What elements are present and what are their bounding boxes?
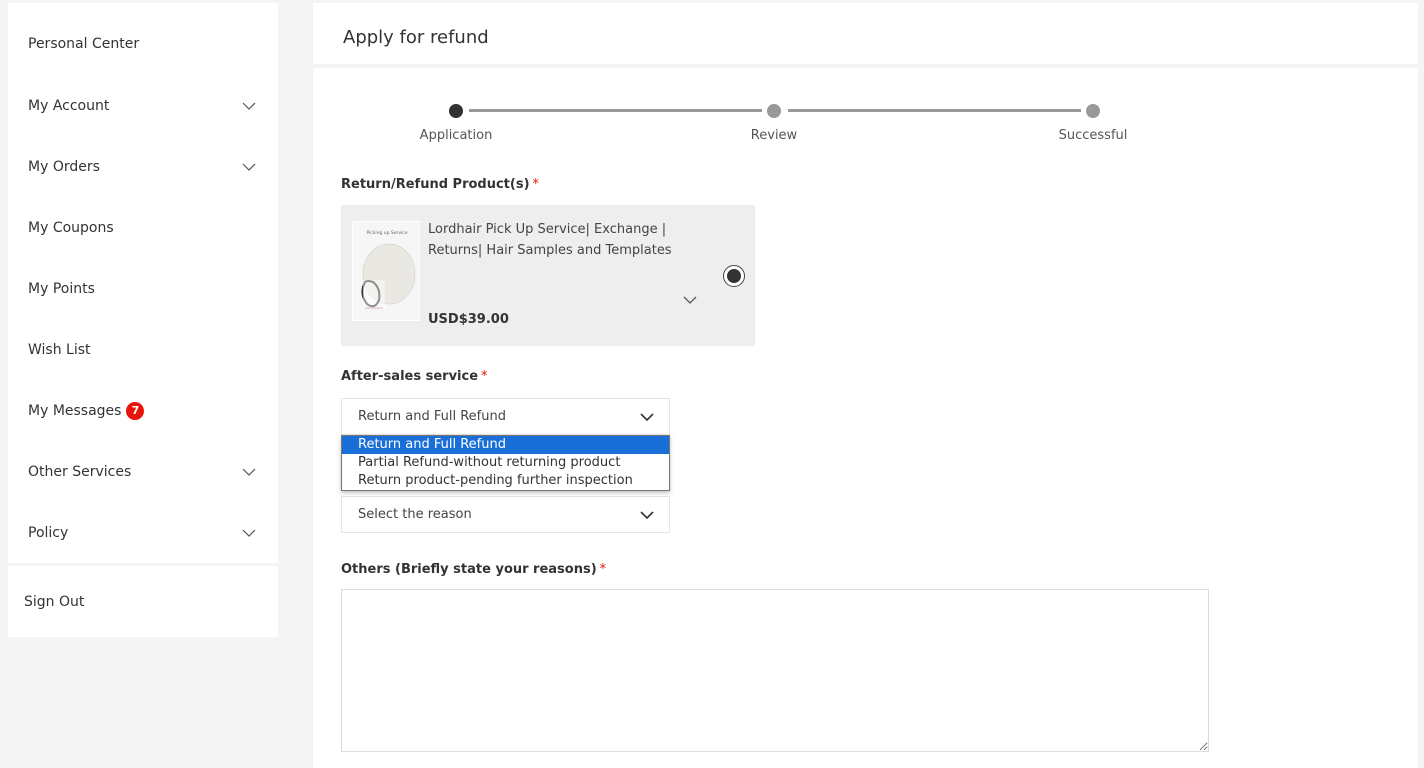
sidebar-item-my-coupons[interactable]: My Coupons bbox=[8, 197, 278, 258]
products-label: Return/Refund Product(s) * bbox=[341, 177, 540, 192]
sidebar-item-label: My Orders bbox=[28, 158, 100, 175]
sign-out-label: Sign Out bbox=[24, 593, 85, 610]
select-value: Return and Full Refund bbox=[358, 409, 506, 424]
progress-steps: Application Review Successful bbox=[313, 68, 1418, 158]
chevron-down-icon bbox=[242, 529, 256, 537]
page-title: Apply for refund bbox=[343, 27, 489, 48]
sidebar-item-label: Policy bbox=[28, 524, 69, 541]
refund-form-panel: Application Review Successful Return/Ref… bbox=[313, 68, 1418, 768]
sign-out-button[interactable]: Sign Out bbox=[8, 566, 278, 637]
required-mark: * bbox=[481, 369, 488, 384]
required-mark: * bbox=[532, 177, 540, 192]
step-dot-successful bbox=[1086, 104, 1100, 118]
option-return-full-refund[interactable]: Return and Full Refund bbox=[342, 436, 669, 454]
step-dot-application bbox=[449, 104, 463, 118]
sidebar-item-label: My Messages bbox=[28, 402, 122, 419]
sidebar-item-my-orders[interactable]: My Orders bbox=[8, 136, 278, 197]
option-partial-refund[interactable]: Partial Refund-without returning product bbox=[342, 454, 669, 472]
step-dot-review bbox=[767, 104, 781, 118]
sidebar-item-personal-center[interactable]: Personal Center bbox=[8, 3, 278, 75]
step-connector bbox=[469, 109, 762, 112]
unread-count-badge: 7 bbox=[126, 401, 145, 420]
step-label-review: Review bbox=[750, 128, 798, 143]
product-image: Picking up Service bbox=[353, 222, 419, 320]
chevron-down-icon bbox=[640, 511, 654, 520]
sidebar: Personal Center My Account My Orders My … bbox=[8, 3, 278, 637]
chevron-down-icon bbox=[640, 413, 654, 422]
sidebar-item-label: Other Services bbox=[28, 463, 132, 480]
others-label: Others (Briefly state your reasons) * bbox=[341, 562, 607, 577]
sidebar-item-my-account[interactable]: My Account bbox=[8, 75, 278, 136]
product-select-radio[interactable] bbox=[723, 265, 745, 287]
step-label-application: Application bbox=[419, 128, 493, 143]
sidebar-item-label: Wish List bbox=[28, 341, 91, 358]
sidebar-item-my-messages[interactable]: My Messages 7 bbox=[8, 380, 278, 441]
step-label-successful: Successful bbox=[1058, 128, 1128, 143]
after-sales-service-select[interactable]: Return and Full Refund bbox=[341, 398, 670, 435]
radio-checked-dot bbox=[727, 269, 741, 283]
product-name[interactable]: Lordhair Pick Up Service| Exchange | Ret… bbox=[428, 219, 718, 261]
product-price: USD$39.00 bbox=[428, 312, 509, 327]
chevron-down-icon bbox=[242, 468, 256, 476]
sidebar-item-label: Personal Center bbox=[28, 36, 140, 52]
svg-text:Picking up Service: Picking up Service bbox=[366, 230, 407, 236]
after-sales-service-label: After-sales service * bbox=[341, 369, 488, 384]
reason-select[interactable]: Select the reason bbox=[341, 496, 670, 533]
required-mark: * bbox=[599, 562, 607, 577]
chevron-down-icon bbox=[242, 102, 256, 110]
chevron-down-icon[interactable] bbox=[683, 295, 697, 305]
sidebar-menu: Personal Center My Account My Orders My … bbox=[8, 3, 278, 563]
sidebar-item-label: My Points bbox=[28, 280, 95, 297]
page-header: Apply for refund bbox=[313, 3, 1418, 64]
sidebar-item-label: My Coupons bbox=[28, 219, 114, 236]
product-card[interactable]: Picking up Service Lordhair Pick Up Serv… bbox=[341, 205, 755, 346]
sidebar-item-label: My Account bbox=[28, 97, 110, 114]
after-sales-service-options: Return and Full Refund Partial Refund-wi… bbox=[341, 435, 670, 491]
sidebar-item-wish-list[interactable]: Wish List bbox=[8, 319, 278, 380]
product-thumbnail: Picking up Service bbox=[352, 221, 420, 321]
others-reason-textarea[interactable] bbox=[341, 589, 1209, 752]
sidebar-item-other-services[interactable]: Other Services bbox=[8, 441, 278, 502]
step-connector bbox=[788, 109, 1081, 112]
sidebar-item-my-points[interactable]: My Points bbox=[8, 258, 278, 319]
sidebar-item-policy[interactable]: Policy bbox=[8, 502, 278, 563]
option-return-pending-inspection[interactable]: Return product-pending further inspectio… bbox=[342, 472, 669, 490]
chevron-down-icon bbox=[242, 163, 256, 171]
select-placeholder: Select the reason bbox=[358, 507, 472, 522]
